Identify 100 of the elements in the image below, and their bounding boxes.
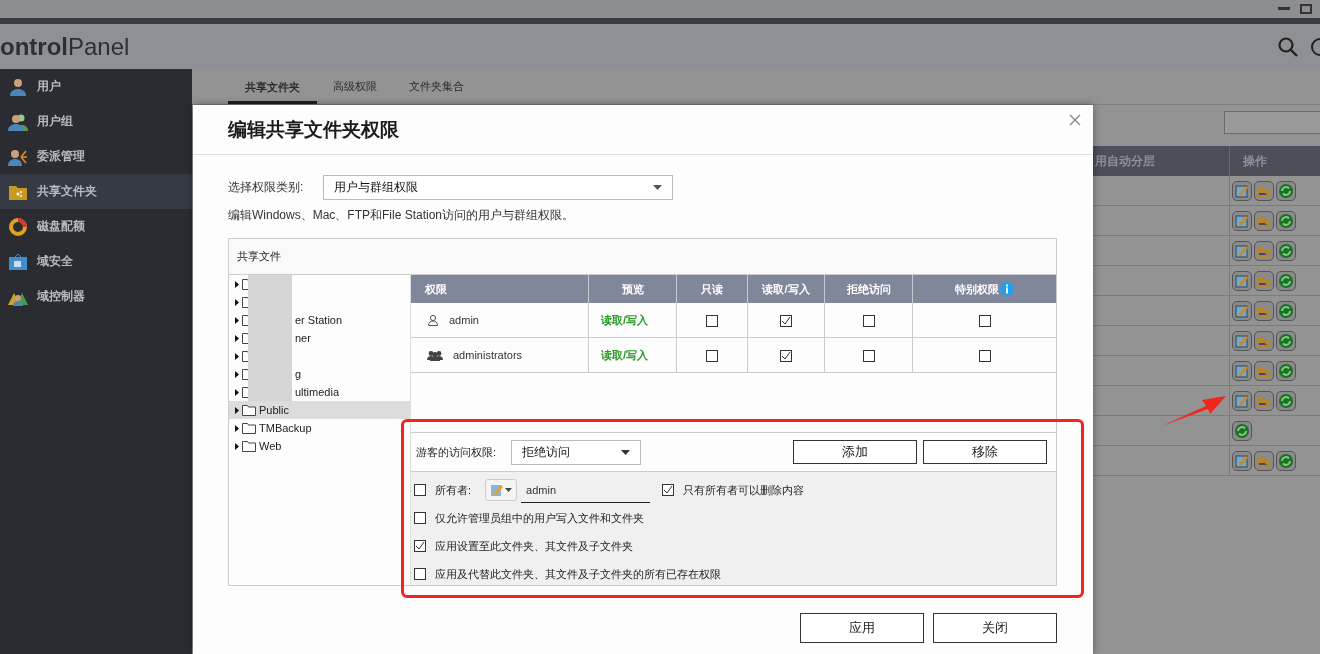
folder-tree-item[interactable]: ultimedia <box>229 383 410 401</box>
edit-button[interactable] <box>1232 300 1252 321</box>
checkbox[interactable] <box>862 349 875 362</box>
maximize-icon[interactable] <box>1300 4 1312 14</box>
refresh-button[interactable] <box>1276 330 1296 351</box>
refresh-button[interactable] <box>1232 420 1252 441</box>
refresh-button[interactable] <box>1276 360 1296 381</box>
pencil-icon <box>1235 333 1249 348</box>
minimize-icon[interactable] <box>1278 7 1290 11</box>
edit-button[interactable] <box>1232 330 1252 351</box>
tab[interactable]: 文件夹集合 <box>393 79 480 104</box>
checkbox[interactable] <box>662 484 675 496</box>
action-button[interactable]: 移除 <box>923 440 1047 464</box>
folder-button[interactable] <box>1254 180 1274 201</box>
tab[interactable]: 高级权限 <box>317 79 393 104</box>
folder-icon <box>242 404 256 416</box>
folder-button[interactable] <box>1254 270 1274 291</box>
sidebar-item-icon <box>8 76 28 97</box>
folder-tree-item[interactable]: TMBackup <box>229 419 410 437</box>
refresh-button[interactable] <box>1276 270 1296 291</box>
refresh-button[interactable] <box>1276 390 1296 411</box>
column-header: 操作 <box>1243 152 1267 170</box>
sidebar-item-icon <box>8 251 28 272</box>
expand-arrow-icon <box>235 280 239 288</box>
pencil-icon <box>1235 183 1249 198</box>
folder-button[interactable] <box>1254 210 1274 231</box>
guest-access-dropdown[interactable]: 拒绝访问 <box>511 439 642 465</box>
info-icon[interactable] <box>1000 282 1014 296</box>
owner-picker-button[interactable] <box>485 479 518 501</box>
dialog-button[interactable]: 应用 <box>800 613 924 643</box>
refresh-button[interactable] <box>1276 240 1296 261</box>
folder-button[interactable] <box>1254 300 1274 321</box>
refresh-button[interactable] <box>1276 180 1296 201</box>
edit-button[interactable] <box>1232 270 1252 291</box>
checkbox[interactable] <box>414 568 426 580</box>
folder-button[interactable] <box>1254 240 1274 261</box>
field-label: 游客的访问权限: <box>416 444 497 460</box>
option-label: 应用设置至此文件夹、其文件及子文件夹 <box>435 538 633 554</box>
folder-tree-item[interactable]: ner <box>229 329 410 347</box>
refresh-icon <box>1278 452 1294 469</box>
sidebar-item[interactable]: 委派管理 <box>0 139 192 174</box>
folder-icon <box>242 422 256 434</box>
refresh-button[interactable] <box>1276 210 1296 231</box>
folder-icon <box>242 440 256 452</box>
edit-button[interactable] <box>1232 240 1252 261</box>
column-header: 预览 <box>621 282 644 295</box>
folder-button[interactable] <box>1254 330 1274 351</box>
checkbox[interactable] <box>862 314 875 327</box>
refresh-button[interactable] <box>1276 300 1296 321</box>
dialog-title: 编辑共享文件夹权限 <box>228 117 399 142</box>
checkbox[interactable] <box>978 314 991 327</box>
action-button[interactable]: 添加 <box>793 440 917 464</box>
column-header: 用自动分层 <box>1095 153 1155 168</box>
refresh-icon <box>1278 212 1294 229</box>
checkbox[interactable] <box>414 484 426 496</box>
search-field[interactable] <box>1224 111 1320 134</box>
expand-arrow-icon <box>235 298 239 306</box>
panel-title: 共享文件 <box>237 249 281 264</box>
edit-button[interactable] <box>1232 450 1252 471</box>
dialog-button[interactable]: 关闭 <box>933 613 1057 643</box>
folder-tree-item[interactable]: Web <box>229 437 410 455</box>
sidebar-item[interactable]: 共享文件夹 <box>0 174 192 209</box>
refresh-icon <box>1278 392 1294 409</box>
owner-label: 所有者: <box>435 482 472 498</box>
pencil-icon <box>1235 453 1249 468</box>
edit-button[interactable] <box>1232 360 1252 381</box>
checkbox[interactable] <box>414 540 426 552</box>
expand-arrow-icon <box>235 352 239 360</box>
sidebar-item[interactable]: 域安全 <box>0 244 192 279</box>
sidebar-item[interactable]: 用户组 <box>0 104 192 139</box>
expand-arrow-icon <box>235 370 239 378</box>
refresh-icon <box>1278 242 1294 259</box>
column-header: 特别权限 <box>955 281 999 297</box>
search-icon[interactable] <box>1278 36 1298 57</box>
checkbox[interactable] <box>706 314 718 327</box>
folder-button[interactable] <box>1254 390 1274 411</box>
owner-field[interactable]: admin <box>521 477 651 503</box>
edit-button[interactable] <box>1232 390 1252 411</box>
checkbox[interactable] <box>780 314 792 327</box>
checkbox[interactable] <box>706 349 718 362</box>
sidebar-item[interactable]: 用户 <box>0 69 192 104</box>
folder-button[interactable] <box>1254 450 1274 471</box>
checkbox[interactable] <box>978 349 991 362</box>
expand-arrow-icon <box>235 334 239 342</box>
user-icon <box>427 314 439 326</box>
refresh-icon <box>1278 332 1294 349</box>
edit-button[interactable] <box>1232 180 1252 201</box>
refresh-button[interactable] <box>1276 450 1296 471</box>
sidebar-item[interactable]: 磁盘配额 <box>0 209 192 244</box>
folder-tree-item[interactable]: g <box>229 365 410 383</box>
folder-tree-item[interactable]: Public <box>229 401 410 419</box>
folder-button[interactable] <box>1254 360 1274 381</box>
checkbox[interactable] <box>780 349 792 362</box>
checkbox[interactable] <box>414 512 426 524</box>
folder-tree-item[interactable]: er Station <box>229 311 410 329</box>
category-dropdown[interactable]: 用户与群组权限 <box>323 175 673 200</box>
sidebar-item[interactable]: 域控制器 <box>0 279 192 314</box>
expand-arrow-icon <box>235 388 239 396</box>
edit-button[interactable] <box>1232 210 1252 231</box>
option-label: 仅允许管理员组中的用户写入文件和文件夹 <box>435 510 644 526</box>
